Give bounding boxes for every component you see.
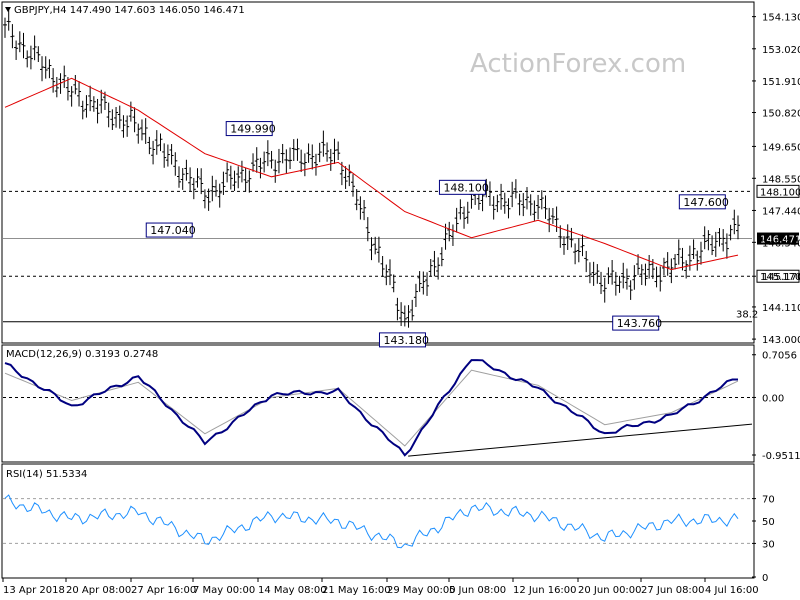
x-tick-label: 5 Jun 08:00	[449, 585, 506, 596]
fib-label: 38.2	[736, 310, 758, 321]
x-tick-label: 21 May 16:00	[322, 585, 391, 596]
x-tick-label: 27 Apr 16:00	[131, 585, 196, 596]
x-tick-label: 7 May 00:00	[193, 585, 255, 596]
price-annotation-label: 149.990	[230, 123, 276, 136]
x-tick-label: 4 Jul 16:00	[705, 585, 759, 596]
price-tick-label: 146.340	[762, 238, 800, 249]
x-tick-label: 14 May 08:00	[258, 585, 327, 596]
rsi-tick-label: 0	[762, 573, 768, 584]
x-tick-label: 13 Apr 2018	[3, 585, 65, 596]
x-tick-label: 20 Apr 08:00	[66, 585, 131, 596]
price-title: GBPJPY,H4 147.490 147.603 146.050 146.47…	[14, 5, 245, 16]
macd-title: MACD(12,26,9) 0.3193 0.2748	[6, 349, 158, 360]
price-tick-label: 145.170	[762, 272, 800, 283]
price-tick-label: 153.020	[762, 45, 800, 56]
price-annotation-label: 143.760	[617, 317, 663, 330]
macd-tick-label: -0.9511	[762, 451, 800, 462]
rsi-tick-label: 70	[762, 495, 775, 506]
price-annotation-label: 148.100	[443, 181, 489, 194]
macd-tick-label: 0.7056	[762, 351, 797, 362]
x-tick-label: 12 Jun 16:00	[513, 585, 577, 596]
watermark: ActionForex.com	[470, 49, 686, 79]
chart-canvas: ActionForex.com 148.100145.17038.2146.47…	[1, 1, 800, 596]
rsi-tick-label: 30	[762, 539, 775, 550]
macd-panel	[1, 344, 755, 463]
price-tick-label: 144.110	[762, 303, 800, 314]
level-label: 148.100	[760, 187, 800, 198]
rsi-title: RSI(14) 51.5334	[6, 469, 87, 480]
macd-tick-label: 0.00	[762, 393, 784, 404]
price-tick-label: 143.000	[762, 335, 800, 346]
price-annotation-label: 143.180	[383, 334, 429, 347]
price-tick-label: 151.910	[762, 77, 800, 88]
x-tick-label: 20 Jun 00:00	[578, 585, 642, 596]
price-tick-label: 150.820	[762, 109, 800, 120]
price-tick-label: 148.550	[762, 174, 800, 185]
rsi-tick-label: 50	[762, 517, 775, 528]
price-annotation-label: 147.040	[150, 224, 196, 237]
x-tick-label: 27 Jun 08:00	[641, 585, 705, 596]
price-annotation-label: 147.600	[683, 196, 729, 209]
price-tick-label: 149.650	[762, 142, 800, 153]
x-tick-label: 29 May 00:00	[387, 585, 456, 596]
rsi-panel	[1, 463, 755, 579]
price-tick-label: 147.440	[762, 206, 800, 217]
price-tick-label: 154.130	[762, 13, 800, 24]
